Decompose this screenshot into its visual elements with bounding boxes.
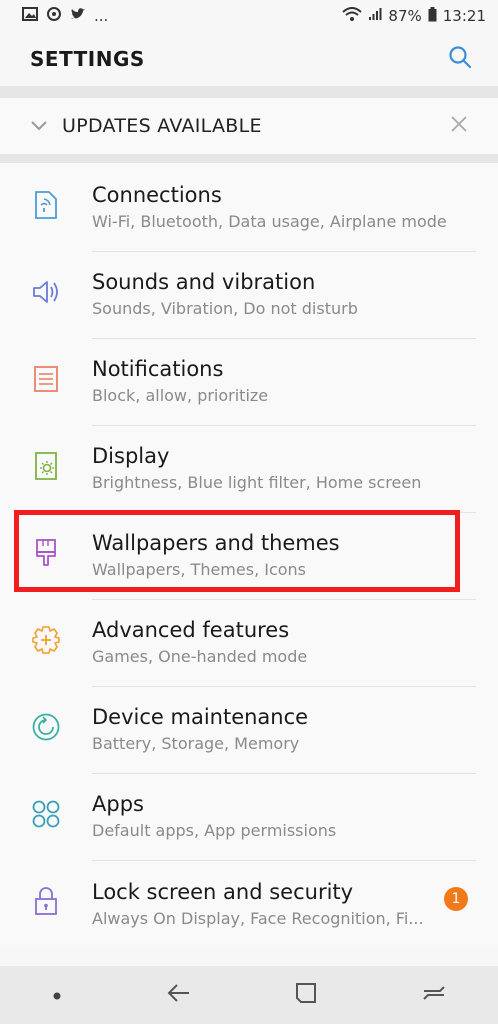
more-notifications: ... <box>94 7 109 25</box>
clock: 13:21 <box>442 7 486 25</box>
battery-icon <box>428 6 437 26</box>
twitter-icon <box>70 7 86 25</box>
settings-item-wallpapers-themes[interactable]: Wallpapers and themes Wallpapers, Themes… <box>0 511 498 600</box>
item-title: Apps <box>92 792 144 816</box>
item-title: Notifications <box>92 357 224 381</box>
settings-item-device-maintenance[interactable]: Device maintenance Battery, Storage, Mem… <box>0 685 498 774</box>
display-icon <box>32 451 60 485</box>
sync-icon <box>46 6 62 26</box>
speaker-icon <box>31 278 61 310</box>
item-title: Lock screen and security <box>92 879 354 904</box>
updates-label: UPDATES AVAILABLE <box>62 115 262 137</box>
settings-item-sounds[interactable]: Sounds and vibration Sounds, Vibration, … <box>0 250 498 339</box>
gear-plus-icon <box>31 625 61 659</box>
apps-icon <box>31 799 61 833</box>
item-subtitle: Default apps, App permissions <box>92 821 337 840</box>
item-title: Display <box>92 444 170 468</box>
item-title: Sounds and vibration <box>92 270 316 294</box>
settings-item-advanced-features[interactable]: Advanced features Games, One-handed mode <box>0 598 498 687</box>
item-title: Wallpapers and themes <box>92 531 340 555</box>
page-title: SETTINGS <box>30 47 145 71</box>
battery-percent: 87% <box>388 7 422 25</box>
chevron-down-icon[interactable] <box>30 117 48 136</box>
lock-icon <box>33 886 59 920</box>
status-bar: ... 87% 13:21 <box>0 0 498 32</box>
app-header: SETTINGS <box>0 32 498 86</box>
search-icon[interactable] <box>448 45 472 73</box>
connections-icon <box>32 190 60 224</box>
dot-icon[interactable] <box>52 986 62 1005</box>
item-title: Advanced features <box>92 618 290 642</box>
close-icon[interactable] <box>450 115 468 137</box>
item-subtitle: Sounds, Vibration, Do not disturb <box>92 299 358 318</box>
wifi-icon <box>342 7 363 25</box>
settings-list: Connections Wi-Fi, Bluetooth, Data usage… <box>0 163 498 946</box>
item-subtitle: Games, One-handed mode <box>92 647 308 666</box>
back-icon[interactable] <box>167 982 191 1008</box>
item-subtitle: Brightness, Blue light filter, Home scre… <box>92 473 422 492</box>
item-subtitle: Wallpapers, Themes, Icons <box>92 560 307 579</box>
item-title: Connections <box>92 183 222 207</box>
item-subtitle: Always On Display, Face Recognition, Fi.… <box>92 908 424 928</box>
signal-icon <box>368 7 382 25</box>
updates-available-card[interactable]: UPDATES AVAILABLE <box>0 98 498 154</box>
gallery-icon <box>22 7 38 25</box>
notifications-icon <box>33 365 59 397</box>
item-subtitle: Block, allow, prioritize <box>92 386 269 405</box>
settings-item-notifications[interactable]: Notifications Block, allow, prioritize <box>0 337 498 426</box>
item-subtitle: Wi-Fi, Bluetooth, Data usage, Airplane m… <box>92 212 447 231</box>
settings-item-lock-screen-security[interactable]: Lock screen and security Always On Displ… <box>0 859 498 946</box>
settings-item-apps[interactable]: Apps Default apps, App permissions <box>0 772 498 861</box>
item-subtitle: Battery, Storage, Memory <box>92 734 300 753</box>
settings-item-connections[interactable]: Connections Wi-Fi, Bluetooth, Data usage… <box>0 163 498 252</box>
settings-item-display[interactable]: Display Brightness, Blue light filter, H… <box>0 424 498 513</box>
navigation-bar <box>0 966 498 1024</box>
maintenance-icon <box>31 712 61 746</box>
notification-badge: 1 <box>444 887 468 911</box>
paintbrush-icon <box>33 538 59 572</box>
divider <box>0 86 498 98</box>
item-title: Device maintenance <box>92 705 309 729</box>
home-icon[interactable] <box>295 982 317 1008</box>
recent-apps-icon[interactable] <box>422 983 446 1007</box>
